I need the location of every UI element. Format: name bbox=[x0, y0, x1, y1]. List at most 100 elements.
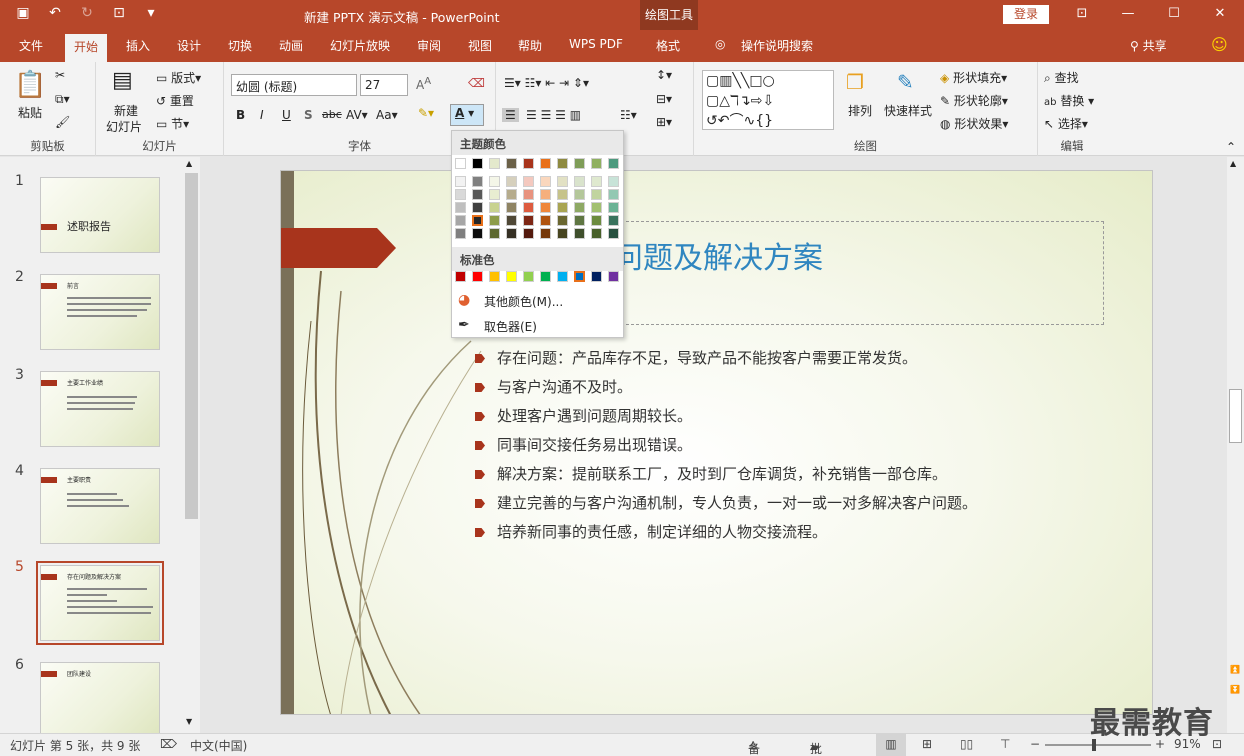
reset-button[interactable]: ↺ 重置 bbox=[156, 92, 194, 109]
zoom-out-icon[interactable]: − bbox=[1030, 737, 1040, 751]
bullet-item[interactable]: 存在问题：产品库存不足，导致产品不能按客户需要正常发货。 bbox=[475, 347, 917, 368]
slideshow-view-icon[interactable]: ⊤ bbox=[1000, 737, 1010, 751]
font-size-combo[interactable]: 27 bbox=[360, 74, 408, 96]
slide-thumbnail[interactable]: 主要工作业绩 bbox=[40, 371, 160, 447]
tab-slideshow[interactable]: 幻灯片放映 bbox=[330, 37, 390, 54]
theme-tint-swatch[interactable] bbox=[523, 228, 534, 239]
cut-icon[interactable]: ✂ bbox=[55, 68, 65, 82]
slide-thumbnail[interactable]: 团队建设 bbox=[40, 662, 160, 734]
bullet-item[interactable]: 与客户沟通不及时。 bbox=[475, 376, 632, 397]
next-slide-icon[interactable]: ⏬ bbox=[1230, 685, 1240, 694]
shadow-button[interactable]: S bbox=[304, 108, 313, 122]
tab-file[interactable]: 文件 bbox=[19, 37, 43, 54]
theme-color-swatch[interactable] bbox=[455, 158, 466, 169]
theme-color-swatch[interactable] bbox=[591, 158, 602, 169]
standard-color-swatch[interactable] bbox=[523, 271, 534, 282]
slide-title[interactable]: 问题及解决方案 bbox=[613, 233, 823, 277]
theme-tint-swatch[interactable] bbox=[472, 202, 483, 213]
tab-wps-pdf[interactable]: WPS PDF bbox=[569, 37, 623, 51]
font-color-button[interactable]: A ▾ bbox=[450, 104, 484, 126]
save-icon[interactable]: ▣ bbox=[14, 5, 32, 21]
italic-button[interactable]: I bbox=[260, 108, 264, 122]
scroll-thumb[interactable] bbox=[185, 173, 198, 519]
theme-tint-swatch[interactable] bbox=[608, 189, 619, 200]
scroll-down-icon[interactable]: ▼ bbox=[186, 717, 192, 726]
paste-button[interactable]: 粘贴 bbox=[18, 104, 42, 121]
maximize-icon[interactable]: ☐ bbox=[1164, 6, 1184, 21]
theme-tint-swatch[interactable] bbox=[506, 228, 517, 239]
new-slide-button[interactable]: 新建 bbox=[114, 102, 138, 119]
theme-tint-swatch[interactable] bbox=[489, 215, 500, 226]
theme-tint-swatch[interactable] bbox=[455, 176, 466, 187]
tab-format[interactable]: 格式 bbox=[656, 37, 680, 54]
quick-styles-button[interactable]: 快速样式 bbox=[884, 102, 932, 119]
standard-color-swatch[interactable] bbox=[557, 271, 568, 282]
tab-review[interactable]: 审阅 bbox=[417, 37, 441, 54]
reading-view-icon[interactable]: ▯▯ bbox=[960, 737, 973, 751]
prev-slide-icon[interactable]: ⏫ bbox=[1230, 665, 1240, 674]
shape-outline-button[interactable]: ✎ 形状轮廓▾ bbox=[940, 92, 1008, 109]
theme-tint-swatch[interactable] bbox=[540, 228, 551, 239]
theme-tint-swatch[interactable] bbox=[523, 189, 534, 200]
theme-tint-swatch[interactable] bbox=[489, 189, 500, 200]
customize-qat-icon[interactable]: ▾ bbox=[142, 5, 160, 21]
tab-help[interactable]: 帮助 bbox=[518, 37, 542, 54]
theme-color-swatch[interactable] bbox=[472, 158, 483, 169]
scroll-up-icon[interactable]: ▲ bbox=[1230, 159, 1236, 168]
select-button[interactable]: ↖ 选择▾ bbox=[1044, 115, 1088, 132]
login-button[interactable]: 登录 bbox=[1003, 5, 1049, 24]
bullet-item[interactable]: 建立完善的与客户沟通机制，专人负责，一对一或一对多解决客户问题。 bbox=[475, 492, 977, 513]
find-button[interactable]: ⌕ 查找 bbox=[1044, 69, 1079, 86]
new-slide-icon[interactable]: ▤ bbox=[112, 68, 133, 93]
more-colors-item[interactable]: ◕ 其他颜色(M)... bbox=[452, 289, 623, 313]
align-left-icon[interactable]: ☰ bbox=[502, 108, 519, 122]
tab-home[interactable]: 开始 bbox=[65, 34, 108, 62]
ribbon-display-icon[interactable]: ⊡ bbox=[1072, 6, 1092, 21]
collapse-ribbon-icon[interactable]: ⌃ bbox=[1226, 140, 1236, 154]
standard-color-swatch[interactable] bbox=[608, 271, 619, 282]
eyedropper-item[interactable]: ✒ 取色器(E) bbox=[452, 314, 623, 338]
theme-color-swatch[interactable] bbox=[557, 158, 568, 169]
standard-color-swatch[interactable] bbox=[489, 271, 500, 282]
theme-tint-swatch[interactable] bbox=[574, 189, 585, 200]
theme-color-swatch[interactable] bbox=[506, 158, 517, 169]
theme-tint-swatch[interactable] bbox=[540, 215, 551, 226]
strikethrough-button[interactable]: abc bbox=[322, 108, 342, 121]
grow-font-icon[interactable]: AA bbox=[416, 76, 431, 92]
redo-icon[interactable]: ↻ bbox=[78, 5, 96, 21]
replace-button[interactable]: ab 替换 ▾ bbox=[1044, 92, 1094, 109]
theme-tint-swatch[interactable] bbox=[591, 189, 602, 200]
language-status[interactable]: 中文(中国) bbox=[190, 737, 247, 754]
theme-tint-swatch[interactable] bbox=[574, 215, 585, 226]
char-spacing-button[interactable]: AV▾ bbox=[346, 108, 368, 122]
smartart-icon[interactable]: ⊞▾ bbox=[656, 115, 672, 129]
bullet-item[interactable]: 培养新同事的责任感，制定详细的人物交接流程。 bbox=[475, 521, 827, 542]
standard-color-swatch[interactable] bbox=[455, 271, 466, 282]
standard-color-swatch[interactable] bbox=[574, 271, 585, 282]
scroll-thumb[interactable] bbox=[1229, 389, 1242, 443]
tell-me-search[interactable]: 操作说明搜索 bbox=[741, 37, 813, 54]
shape-effects-button[interactable]: ◍ 形状效果▾ bbox=[940, 115, 1008, 132]
theme-tint-swatch[interactable] bbox=[472, 189, 483, 200]
smiley-icon[interactable]: ☺ bbox=[1211, 35, 1228, 54]
theme-tint-swatch[interactable] bbox=[523, 176, 534, 187]
tab-view[interactable]: 视图 bbox=[468, 37, 492, 54]
theme-tint-swatch[interactable] bbox=[608, 228, 619, 239]
standard-color-swatch[interactable] bbox=[472, 271, 483, 282]
theme-tint-swatch[interactable] bbox=[506, 189, 517, 200]
underline-button[interactable]: U bbox=[282, 108, 291, 122]
new-slide-label2[interactable]: 幻灯片 bbox=[106, 118, 142, 135]
theme-tint-swatch[interactable] bbox=[608, 202, 619, 213]
zoom-slider[interactable] bbox=[1045, 744, 1151, 746]
undo-icon[interactable]: ↶ bbox=[46, 5, 64, 21]
share-button[interactable]: ⚲ 共享 bbox=[1130, 37, 1167, 54]
theme-color-swatch[interactable] bbox=[523, 158, 534, 169]
theme-tint-swatch[interactable] bbox=[489, 176, 500, 187]
theme-tint-swatch[interactable] bbox=[540, 176, 551, 187]
theme-tint-swatch[interactable] bbox=[523, 215, 534, 226]
copy-icon[interactable]: ⧉▾ bbox=[55, 92, 70, 107]
theme-tint-swatch[interactable] bbox=[523, 202, 534, 213]
slide-thumbnail[interactable]: 述职报告 bbox=[40, 177, 160, 253]
slide-canvas[interactable]: 问题及解决方案 存在问题：产品库存不足，导致产品不能按客户需要正常发货。 与客户… bbox=[280, 170, 1153, 715]
theme-color-swatch[interactable] bbox=[540, 158, 551, 169]
